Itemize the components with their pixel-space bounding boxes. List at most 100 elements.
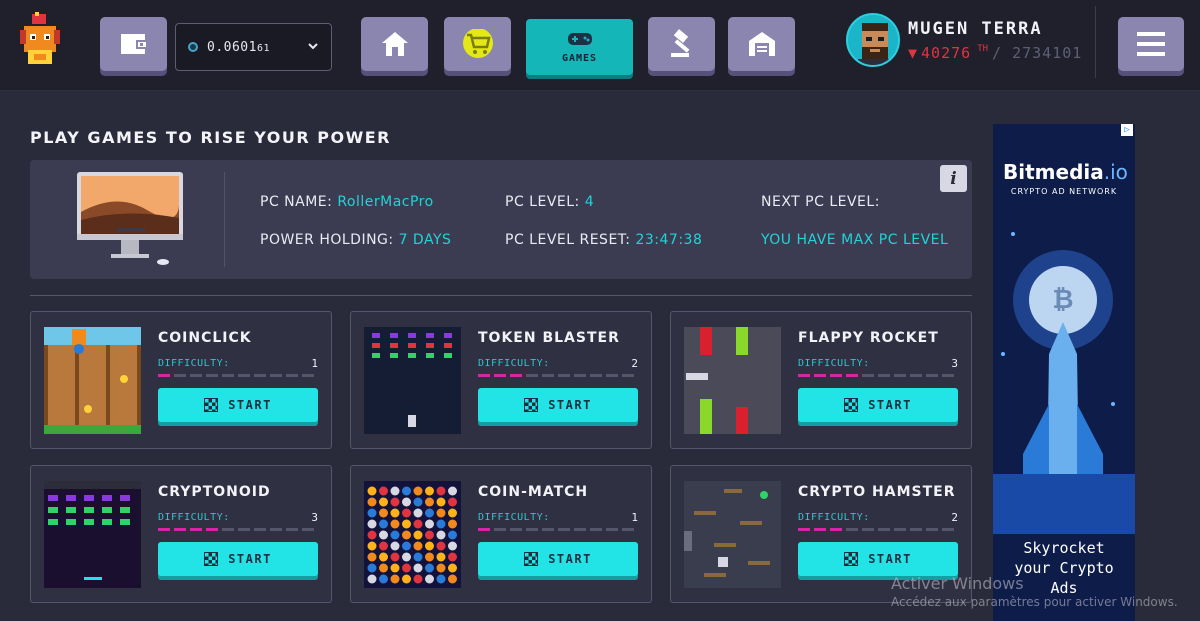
start-button[interactable]: START [158,542,318,576]
username[interactable]: MUGEN TERRA [908,19,1043,39]
difficulty-label: DIFFICULTY: [478,512,550,523]
game-card-coinclick: COINCLICK DIFFICULTY: 1 START [30,311,332,449]
chevron-down-icon [307,40,319,56]
difficulty-meter [158,528,314,531]
game-title: FLAPPY ROCKET [798,330,939,346]
start-button[interactable]: START [798,388,958,422]
coin-icon [188,42,198,52]
coin-tile [390,497,400,507]
difficulty-value: 2 [631,357,638,370]
coin-tile [367,519,377,529]
coin-tile [390,508,400,518]
coin-tile [448,497,457,507]
pc-level-value: 4 [584,194,595,210]
coin-tile [402,497,411,507]
difficulty-meter [478,374,634,377]
start-button[interactable]: START [798,542,958,576]
game-title: COINCLICK [158,330,252,346]
game-title: CRYPTO HAMSTER [798,484,956,500]
adchoices-icon[interactable]: ▷ [1121,124,1133,136]
game-thumbnail [684,327,781,434]
max-level-text: YOU HAVE MAX PC LEVEL [761,232,948,248]
header-divider [1095,6,1096,78]
coin-tile [425,486,434,496]
cart-icon [461,29,495,59]
coin-tile [402,574,411,584]
start-button[interactable]: START [478,388,638,422]
bitcoin-icon: ₿ [1052,285,1073,315]
flag-icon [524,398,539,412]
marketplace-button[interactable] [444,17,511,71]
power-current: 40276 [921,44,972,62]
ad-brand: Bitmedia.io [1003,160,1128,184]
coin-tile [379,497,388,507]
flag-icon [844,398,859,412]
start-button[interactable]: START [158,388,318,422]
difficulty-label: DIFFICULTY: [798,358,870,369]
game-title: TOKEN BLASTER [478,330,620,346]
coin-tile [367,541,377,551]
coin-tile [436,486,446,496]
power-stats: ▼ 40276 TH / 2734101 [908,44,1082,62]
ad-tagline: CRYPTO AD NETWORK [1010,187,1118,196]
game-card-coin-match: COIN-MATCH DIFFICULTY: 1 START [350,465,652,603]
wallet-balance-small: 61 [256,42,271,54]
info-icon[interactable]: i [940,165,967,192]
games-button[interactable]: GAMES [526,19,633,75]
coin-tile [448,530,457,540]
coin-tile [413,552,423,562]
auction-button[interactable] [648,17,715,71]
ad-brand-name: Bitmedia [1003,160,1104,184]
game-thumbnail [44,327,141,434]
coin-tile [448,541,457,551]
arrow-down-icon: ▼ [908,44,918,62]
coin-tile [367,530,377,540]
garage-icon [747,30,777,58]
top-bar: 0.060161 GAMES MUGEN TERRA ▼ 40276 TH / … [0,0,1200,91]
gamepad-icon [567,30,593,51]
power-total: / 2734101 [992,44,1083,62]
coin-tile [367,563,377,573]
coin-tile [448,508,457,518]
wallet-button[interactable] [100,17,167,71]
coin-tile [367,497,377,507]
watermark-title: Activer Windows [891,574,1024,593]
avatar[interactable] [846,13,900,67]
coin-tile [379,541,388,551]
coin-tile [367,486,377,496]
difficulty-meter [798,374,954,377]
pc-level-reset: PC LEVEL RESET: 23:47:38 [505,232,702,248]
coin-tile [379,552,388,562]
flag-icon [204,398,219,412]
difficulty-value: 1 [311,357,318,370]
power-holding: POWER HOLDING: 7 DAYS [260,232,451,248]
flag-icon [524,552,539,566]
coin-tile [379,530,388,540]
next-pc-level: NEXT PC LEVEL: [761,194,880,210]
pc-name: PC NAME: RollerMacPro [260,194,434,210]
advertisement-banner[interactable]: ▷ Bitmedia.io CRYPTO AD NETWORK ₿ Skyroc… [993,124,1135,621]
game-thumbnail [364,481,461,588]
coin-tile [448,486,457,496]
coin-tile [413,530,423,540]
coin-tile [402,552,411,562]
difficulty-value: 2 [951,511,958,524]
rocket-icon: ₿ [993,232,1135,534]
rollercoin-logo[interactable] [18,12,62,70]
coin-tile [367,552,377,562]
coin-tile [448,552,457,562]
home-button[interactable] [361,17,428,71]
coin-tile [413,486,423,496]
coin-tile [436,519,446,529]
start-button[interactable]: START [478,542,638,576]
coin-tile [379,574,388,584]
game-thumbnail [364,327,461,434]
pc-image [77,172,183,272]
garage-button[interactable] [728,17,795,71]
game-card-cryptonoid: CRYPTONOID DIFFICULTY: 3 START [30,465,332,603]
coin-tile [425,508,434,518]
coin-tile [413,563,423,573]
home-icon [380,30,410,58]
currency-select[interactable]: 0.060161 [175,23,332,71]
menu-button[interactable] [1118,17,1184,71]
